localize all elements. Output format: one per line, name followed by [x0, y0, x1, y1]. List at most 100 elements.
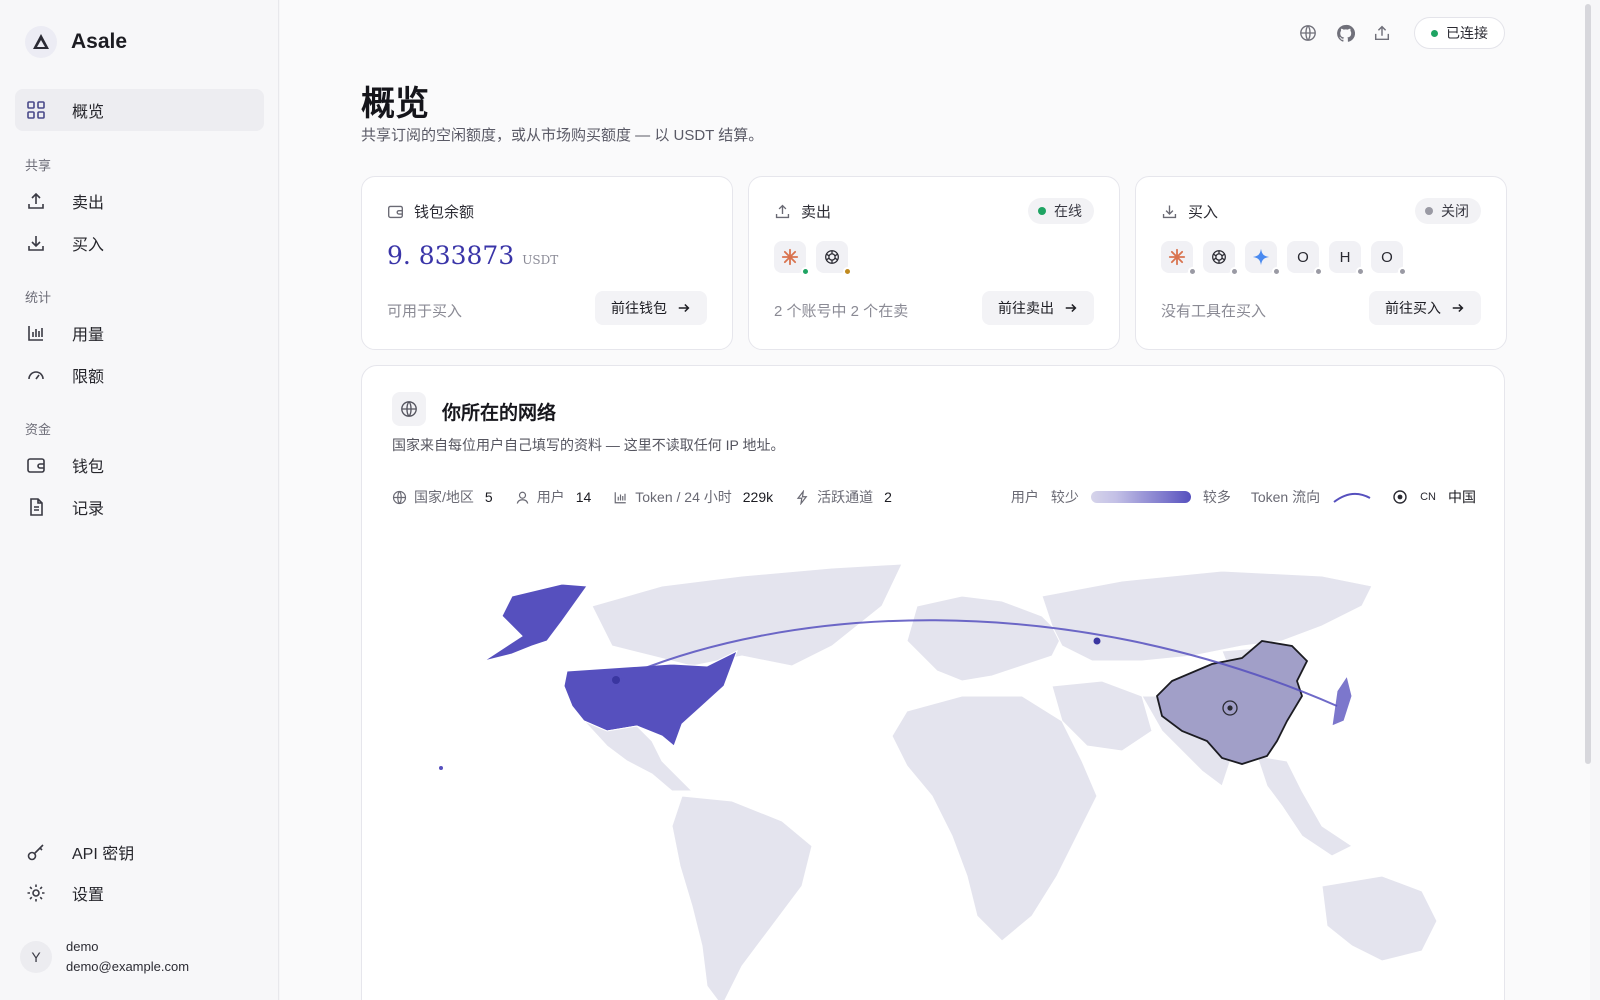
sidebar-item-buy[interactable]: 买入: [15, 222, 264, 264]
network-stats: 国家/地区 5 用户 14 Token / 24 小时 229k 活跃通道 2: [392, 487, 892, 507]
stat-label: 活跃通道: [817, 489, 874, 505]
stat-label: 用户: [536, 489, 565, 505]
network-subtitle: 国家来自每位用户自己填写的资料 — 这里不读取任何 IP 地址。: [392, 437, 785, 453]
sidebar-item-settings[interactable]: 设置: [15, 872, 264, 914]
bar-chart-icon: [614, 491, 627, 503]
openai-icon[interactable]: [1203, 241, 1239, 276]
go-wallet-button[interactable]: 前往钱包: [595, 291, 707, 325]
map-region-japan: [1331, 674, 1353, 727]
status-dot: [1272, 267, 1281, 276]
go-sell-button[interactable]: 前往卖出: [982, 291, 1094, 325]
buy-card: 买入 关闭 O H O 没有工具在买入 前往买入: [1135, 176, 1507, 350]
map-legend: 用户 较少 较多 Token 流向 CN 中国: [1011, 487, 1476, 507]
card-label: 卖出: [801, 204, 832, 221]
world-map[interactable]: [362, 546, 1505, 1000]
button-label: 前往钱包: [611, 300, 667, 316]
claude-icon[interactable]: [1161, 241, 1197, 276]
sell-note: 2 个账号中 2 个在卖: [774, 303, 909, 320]
sidebar-item-wallet[interactable]: 钱包: [15, 444, 264, 486]
status-dot: [843, 267, 852, 276]
sell-status-badge: 在线: [1028, 198, 1094, 224]
legend-flow-label: Token 流向: [1250, 489, 1321, 505]
status-dot: [1356, 267, 1365, 276]
wallet-note: 可用于买入: [387, 303, 463, 320]
avatar: Y: [20, 941, 52, 973]
sidebar: Asale 概览 共享 卖出 买入 统计 用量 限额 资金 钱包 记录 API …: [0, 0, 279, 1000]
stat-value: 5: [484, 489, 493, 505]
status-label: 在线: [1054, 203, 1082, 219]
go-buy-button[interactable]: 前往买入: [1369, 291, 1481, 325]
grid-icon: [27, 101, 45, 119]
user-email: demo@example.com: [66, 959, 190, 974]
stat-value: 14: [575, 489, 592, 505]
globe-icon: [392, 490, 407, 504]
claude-icon[interactable]: [774, 241, 810, 276]
wallet-balance-value: 9. 833873: [387, 241, 515, 270]
share-icon[interactable]: [1371, 22, 1393, 44]
gear-icon: [27, 884, 45, 902]
document-icon: [30, 498, 43, 516]
gemini-icon[interactable]: [1245, 241, 1281, 276]
globe-icon: [392, 392, 426, 426]
user-profile[interactable]: Y demo demo@example.com: [20, 937, 189, 977]
legend-country-code: CN: [1420, 491, 1436, 503]
arrow-right-icon: [678, 303, 690, 313]
section-label-stats: 统计: [25, 290, 52, 305]
stat-value: 2: [884, 489, 892, 505]
user-name: demo: [66, 939, 99, 954]
tool-letter: H: [1339, 248, 1351, 266]
network-title: 你所在的网络: [442, 403, 557, 424]
stat-countries: 国家/地区 5: [392, 487, 493, 507]
sidebar-item-label: 设置: [72, 887, 105, 904]
network-card: 你所在的网络 国家来自每位用户自己填写的资料 — 这里不读取任何 IP 地址。 …: [361, 365, 1505, 1000]
buy-tools: O H O: [1161, 241, 1407, 276]
sidebar-item-usage[interactable]: 用量: [15, 312, 264, 354]
sidebar-item-limits[interactable]: 限额: [15, 354, 264, 396]
key-icon: [27, 844, 44, 861]
h-icon[interactable]: H: [1329, 241, 1365, 276]
gauge-icon: [28, 371, 44, 380]
brand[interactable]: Asale: [25, 26, 127, 58]
download-icon: [28, 236, 44, 251]
page-title: 概览: [361, 85, 429, 123]
location-target-icon: [1393, 490, 1407, 504]
legend-gradient: [1090, 491, 1191, 503]
tool-letter: O: [1297, 248, 1309, 266]
map-region-europe: [906, 595, 1063, 682]
status-dot: [801, 267, 810, 276]
map-region-australia: [1321, 875, 1438, 962]
connection-status-badge[interactable]: 已连接: [1414, 17, 1505, 49]
sidebar-item-records[interactable]: 记录: [15, 486, 264, 528]
status-dot: [1425, 207, 1433, 215]
sidebar-item-sell[interactable]: 卖出: [15, 180, 264, 222]
arrow-right-icon: [1065, 303, 1077, 313]
legend-less-label: 较少: [1050, 489, 1079, 505]
page-subtitle: 共享订阅的空闲额度，或从市场购买额度 — 以 USDT 结算。: [361, 127, 764, 144]
page-scrollbar[interactable]: [1585, 4, 1591, 764]
wallet-icon: [27, 458, 45, 473]
sidebar-item-api-keys[interactable]: API 密钥: [15, 831, 264, 873]
status-dot: [1398, 267, 1407, 276]
o-icon[interactable]: O: [1371, 241, 1407, 276]
stat-label: 国家/地区: [414, 489, 474, 505]
sidebar-item-label: 买入: [72, 237, 105, 254]
globe-icon[interactable]: [1297, 22, 1319, 44]
sidebar-item-label: 限额: [72, 369, 105, 386]
legend-users-label: 用户: [1010, 489, 1039, 505]
status-dot: [1431, 29, 1438, 37]
o-icon[interactable]: O: [1287, 241, 1323, 276]
sidebar-item-overview[interactable]: 概览: [15, 89, 264, 131]
status-dot: [1038, 207, 1046, 215]
map-region-russia: [1041, 570, 1373, 662]
sidebar-item-label: API 密钥: [72, 846, 135, 863]
stat-value: 229k: [742, 489, 774, 505]
connection-status-label: 已连接: [1446, 25, 1488, 41]
stat-channels: 活跃通道 2: [795, 487, 892, 507]
map-region-hawaii: [439, 766, 443, 770]
sidebar-item-label: 钱包: [72, 459, 105, 476]
github-icon[interactable]: [1334, 22, 1356, 44]
wallet-balance-card: 钱包余额 9. 833873 USDT 可用于买入 前往钱包: [361, 176, 733, 350]
openai-icon[interactable]: [816, 241, 852, 276]
map-region-southeast-asia: [1256, 755, 1353, 857]
legend-more-label: 较多: [1202, 489, 1231, 505]
